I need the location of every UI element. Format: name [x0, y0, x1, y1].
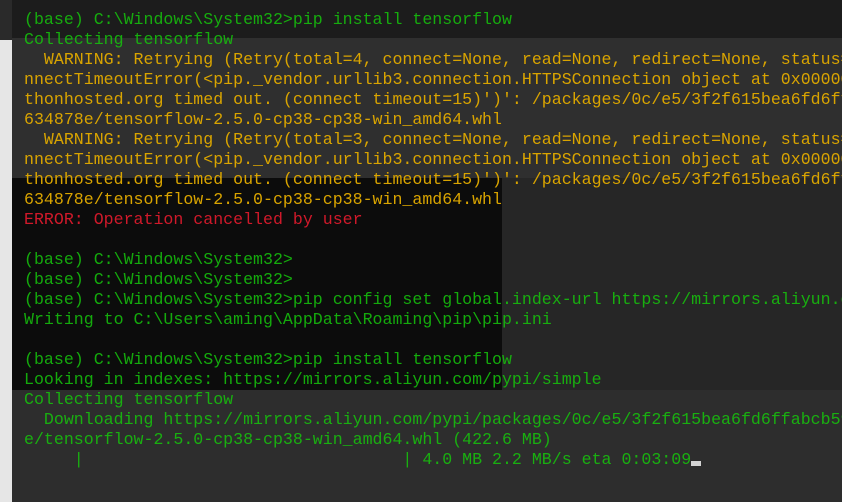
line-text: thonhosted.org timed out. (connect timeo…	[24, 170, 842, 189]
output-line: (base) C:\Windows\System32>pip install t…	[24, 350, 842, 370]
warning-line: 634878e/tensorflow-2.5.0-cp38-cp38-win_a…	[24, 110, 842, 130]
line-text: nnectTimeoutError(<pip._vendor.urllib3.c…	[24, 70, 842, 89]
output-line: Downloading https://mirrors.aliyun.com/p…	[24, 410, 842, 430]
terminal-window[interactable]: (base) C:\Windows\System32>pip install t…	[12, 0, 842, 502]
terminal-output[interactable]: (base) C:\Windows\System32>pip install t…	[24, 10, 842, 470]
output-line: (base) C:\Windows\System32>	[24, 270, 842, 290]
output-line: (base) C:\Windows\System32>pip install t…	[24, 10, 842, 30]
line-text: WARNING: Retrying (Retry(total=4, connec…	[24, 50, 842, 69]
line-text: WARNING: Retrying (Retry(total=3, connec…	[24, 130, 842, 149]
line-text: 634878e/tensorflow-2.5.0-cp38-cp38-win_a…	[24, 110, 502, 129]
line-text: ERROR: Operation cancelled by user	[24, 210, 363, 229]
line-text: | | 4.0 MB 2.2 MB/s eta 0:03:09	[24, 450, 692, 469]
line-text: thonhosted.org timed out. (connect timeo…	[24, 90, 842, 109]
line-text: (base) C:\Windows\System32>	[24, 270, 293, 289]
line-text: (base) C:\Windows\System32>pip config se…	[24, 290, 842, 309]
line-text: Collecting tensorflow	[24, 390, 234, 409]
warning-line: thonhosted.org timed out. (connect timeo…	[24, 170, 842, 190]
line-text: e/tensorflow-2.5.0-cp38-cp38-win_amd64.w…	[24, 430, 552, 449]
output-line: e/tensorflow-2.5.0-cp38-cp38-win_amd64.w…	[24, 430, 842, 450]
line-text: 634878e/tensorflow-2.5.0-cp38-cp38-win_a…	[24, 190, 502, 209]
line-text: (base) C:\Windows\System32>pip install t…	[24, 350, 512, 369]
output-line: | | 4.0 MB 2.2 MB/s eta 0:03:09	[24, 450, 842, 470]
line-text: nnectTimeoutError(<pip._vendor.urllib3.c…	[24, 150, 842, 169]
output-line: (base) C:\Windows\System32>	[24, 250, 842, 270]
background-window-edge-top	[0, 0, 12, 40]
output-line: Writing to C:\Users\aming\AppData\Roamin…	[24, 310, 842, 330]
line-text: (base) C:\Windows\System32>pip install t…	[24, 10, 512, 29]
output-line: Looking in indexes: https://mirrors.aliy…	[24, 370, 842, 390]
output-line: (base) C:\Windows\System32>pip config se…	[24, 290, 842, 310]
line-text: Collecting tensorflow	[24, 30, 234, 49]
line-text: Writing to C:\Users\aming\AppData\Roamin…	[24, 310, 552, 329]
line-text: Looking in indexes: https://mirrors.aliy…	[24, 370, 602, 389]
warning-line: WARNING: Retrying (Retry(total=4, connec…	[24, 50, 842, 70]
warning-line: WARNING: Retrying (Retry(total=3, connec…	[24, 130, 842, 150]
output-line: Collecting tensorflow	[24, 390, 842, 410]
text-cursor	[691, 461, 702, 466]
warning-line: 634878e/tensorflow-2.5.0-cp38-cp38-win_a…	[24, 190, 842, 210]
output-line: Collecting tensorflow	[24, 30, 842, 50]
background-window-edge	[0, 0, 12, 502]
line-text: (base) C:\Windows\System32>	[24, 250, 293, 269]
warning-line: nnectTimeoutError(<pip._vendor.urllib3.c…	[24, 150, 842, 170]
warning-line: nnectTimeoutError(<pip._vendor.urllib3.c…	[24, 70, 842, 90]
error-line: ERROR: Operation cancelled by user	[24, 210, 842, 230]
warning-line: thonhosted.org timed out. (connect timeo…	[24, 90, 842, 110]
line-text: Downloading https://mirrors.aliyun.com/p…	[24, 410, 842, 429]
